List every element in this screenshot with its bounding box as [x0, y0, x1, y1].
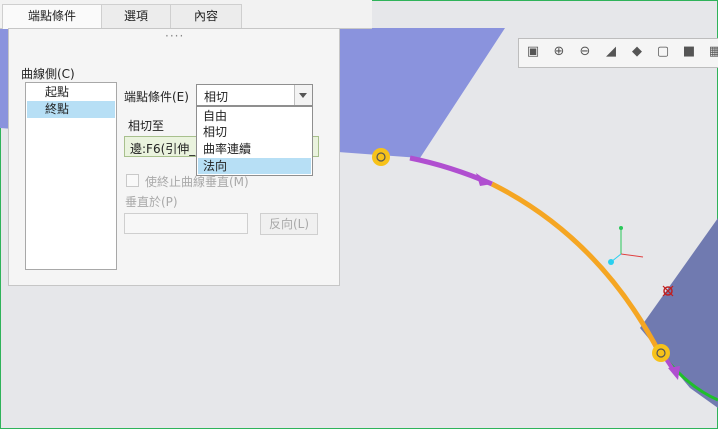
- view-orientation-icon[interactable]: ▢: [653, 42, 673, 62]
- list-item-start[interactable]: 起點: [27, 84, 115, 101]
- surface-right: [640, 218, 718, 408]
- orange-curve: [490, 181, 663, 356]
- option-normal[interactable]: 法向: [198, 158, 311, 174]
- csys-z-dot: [608, 259, 614, 265]
- start-handle[interactable]: [372, 148, 390, 166]
- option-curvature[interactable]: 曲率連續: [198, 141, 311, 157]
- repaint-icon[interactable]: ◢: [601, 42, 621, 62]
- end-condition-value: 相切: [204, 90, 229, 104]
- chevron-down-icon[interactable]: [294, 85, 312, 105]
- tangent-to-value: 邊:F6(引伸_1: [130, 142, 203, 156]
- grip-handle[interactable]: ····: [165, 29, 184, 43]
- perpendicular-checkbox[interactable]: [126, 174, 139, 187]
- perpendicular-to-field[interactable]: [124, 213, 248, 234]
- display-style-icon[interactable]: ◆: [627, 42, 647, 62]
- perpendicular-to-label: 垂直於(P): [125, 195, 178, 209]
- end-condition-dropdown: 自由 相切 曲率連續 法向: [196, 106, 313, 176]
- option-free[interactable]: 自由: [198, 108, 311, 124]
- tab-properties[interactable]: 內容: [170, 4, 242, 28]
- saved-views-icon[interactable]: ■: [679, 42, 699, 62]
- list-item-end[interactable]: 終點: [27, 101, 115, 118]
- zoom-in-icon[interactable]: ⊕: [549, 42, 569, 62]
- zoom-out-icon[interactable]: ⊖: [575, 42, 595, 62]
- end-handle[interactable]: [652, 344, 670, 362]
- curve-side-label: 曲線側(C): [21, 67, 75, 81]
- tab-end-conditions[interactable]: 端點條件: [2, 4, 102, 29]
- tab-options[interactable]: 選項: [101, 4, 171, 28]
- start-arrowhead: [476, 173, 492, 186]
- end-conditions-panel: ···· 曲線側(C) 起點 終點 端點條件(E) 相切 自由 相切 曲率連續 …: [8, 28, 340, 286]
- tangent-to-label: 相切至: [128, 119, 165, 133]
- view-toolbar: ▣ ⊕ ⊖ ◢ ◆ ▢ ■ ▦: [518, 38, 718, 68]
- end-condition-select[interactable]: 相切: [196, 84, 313, 106]
- end-arrowhead: [668, 366, 680, 380]
- reverse-button[interactable]: 反向(L): [260, 213, 318, 235]
- dashboard-tabs: 端點條件 選項 內容: [0, 0, 372, 29]
- curve-side-list[interactable]: 起點 終點: [25, 82, 117, 270]
- zoom-fit-icon[interactable]: ▣: [523, 42, 543, 62]
- option-tangent[interactable]: 相切: [198, 124, 311, 140]
- datum-display-icon[interactable]: ▦: [705, 42, 718, 62]
- end-condition-label: 端點條件(E): [124, 90, 189, 104]
- datum-point-marker: [662, 285, 674, 297]
